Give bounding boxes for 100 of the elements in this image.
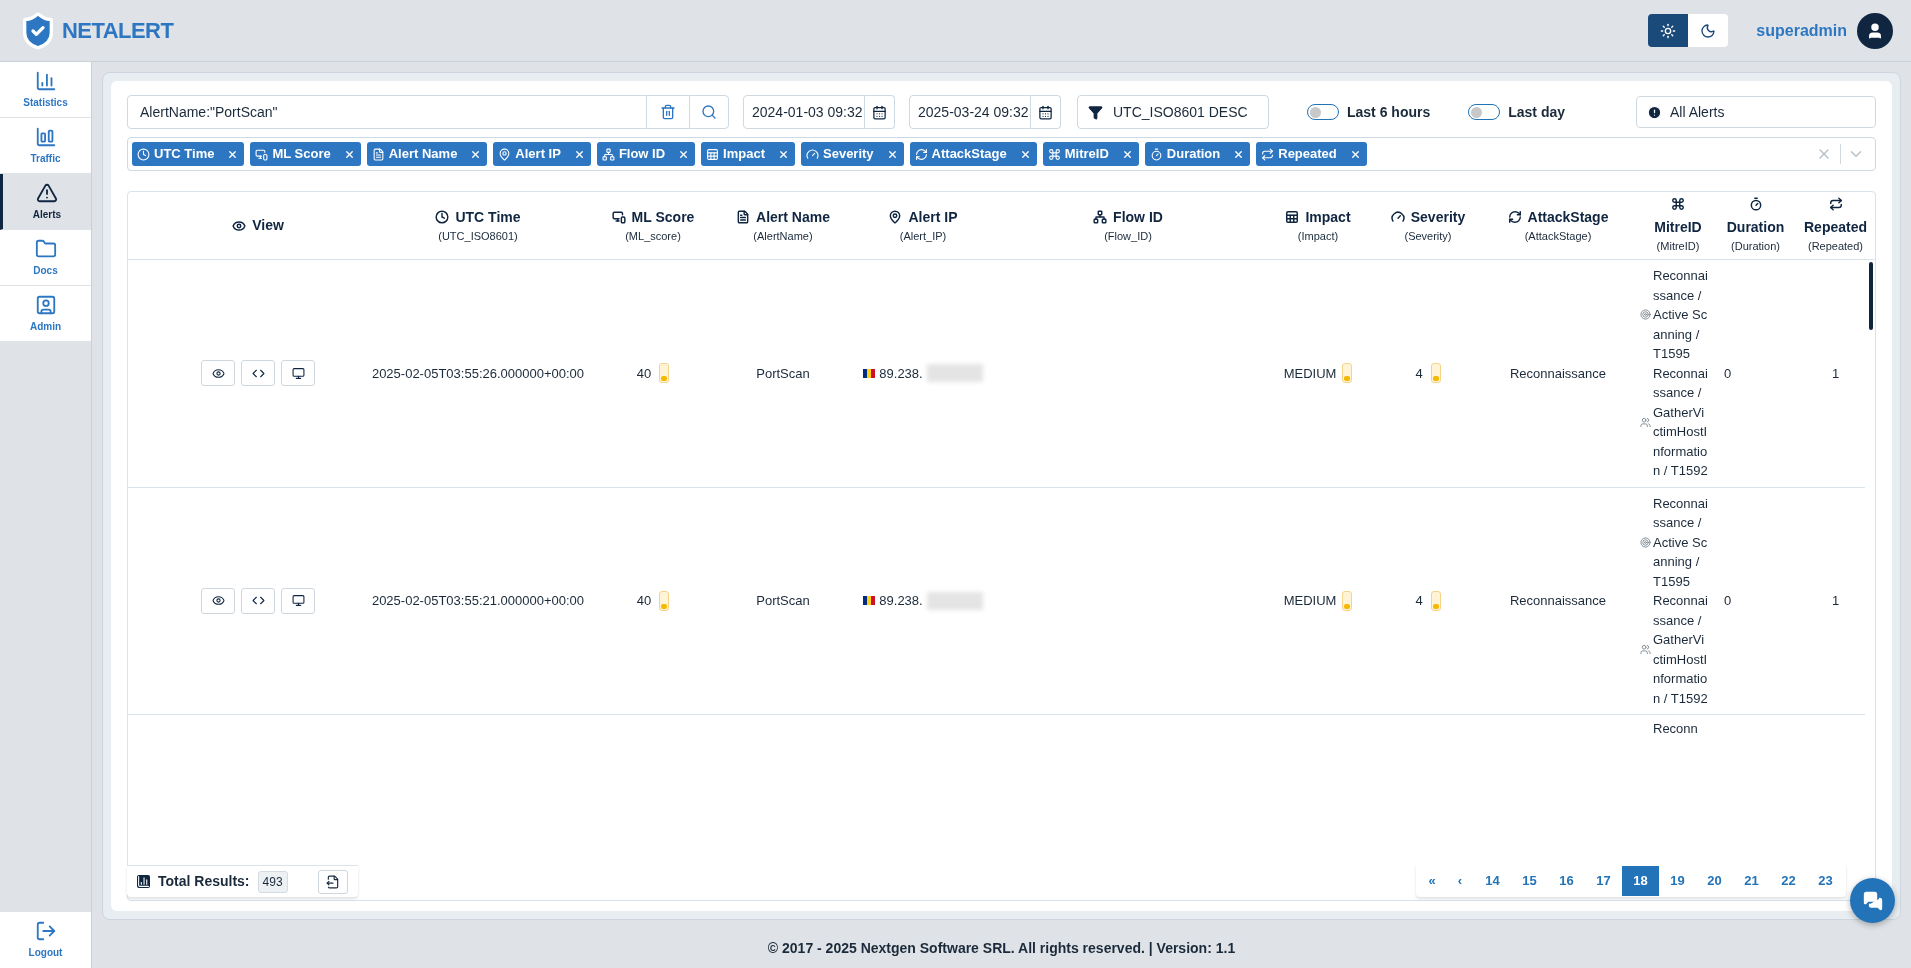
command-icon xyxy=(1671,196,1685,211)
export-button[interactable] xyxy=(317,869,348,894)
source-button[interactable] xyxy=(241,360,275,387)
sun-icon xyxy=(1660,22,1677,39)
column-chip[interactable]: Duration xyxy=(1144,142,1251,166)
remove-icon[interactable] xyxy=(343,148,355,160)
details-button[interactable] xyxy=(281,360,315,387)
page-button[interactable]: 22 xyxy=(1770,865,1807,896)
target-icon xyxy=(1640,309,1651,321)
remove-icon[interactable] xyxy=(1349,148,1361,160)
column-chip[interactable]: Severity xyxy=(801,142,904,166)
light-mode-button[interactable] xyxy=(1648,14,1689,47)
calendar-button[interactable] xyxy=(865,95,895,129)
timer-icon xyxy=(1149,147,1163,161)
toggle-label: Last day xyxy=(1508,102,1566,122)
remove-icon[interactable] xyxy=(227,148,239,160)
remove-icon[interactable] xyxy=(678,148,690,160)
view-button[interactable] xyxy=(201,360,235,387)
remove-icon[interactable] xyxy=(1233,148,1245,160)
page-button[interactable]: « xyxy=(1418,865,1446,896)
column-chip[interactable]: Impact xyxy=(701,142,795,166)
mitre-technique: Reconnaissance / GatherVictimHostInformation / T1592 xyxy=(1653,364,1709,480)
remove-icon[interactable] xyxy=(1121,148,1133,160)
page-button[interactable]: 18 xyxy=(1622,865,1659,896)
sidebar-item[interactable]: Admin xyxy=(0,286,91,342)
column-header[interactable]: UTC Time xyxy=(455,206,521,228)
network-icon xyxy=(601,147,615,161)
column-header[interactable]: ML Score xyxy=(631,206,695,228)
column-chip[interactable]: Alert IP xyxy=(493,142,591,166)
sidebar-item[interactable]: Docs xyxy=(0,230,91,286)
column-chip[interactable]: UTC Time xyxy=(132,142,245,166)
date-field[interactable]: 2025-03-24 09:32 xyxy=(909,95,1031,129)
table-cell-text: 0 xyxy=(1723,364,1733,383)
source-button[interactable] xyxy=(241,587,275,614)
page-button[interactable]: 23 xyxy=(1807,865,1844,896)
flag-icon xyxy=(863,596,876,606)
column-chip[interactable]: Repeated xyxy=(1256,142,1367,166)
page-button[interactable]: 21 xyxy=(1733,865,1770,896)
column-header[interactable]: View xyxy=(252,215,284,236)
remove-icon[interactable] xyxy=(778,148,789,160)
column-field-name: (AttackStage) xyxy=(1524,228,1592,244)
view-button[interactable] xyxy=(201,587,235,614)
calendar-button[interactable] xyxy=(1031,95,1061,129)
page-button[interactable]: 15 xyxy=(1511,865,1548,896)
page-button[interactable]: 19 xyxy=(1659,865,1696,896)
column-header[interactable]: Duration xyxy=(1726,216,1785,238)
column-field-name: (UTC_ISO8601) xyxy=(438,228,518,244)
column-header[interactable]: Repeated xyxy=(1804,216,1867,238)
date-field[interactable]: 2024-01-03 09:32 xyxy=(743,95,865,129)
column-header[interactable]: AttackStage xyxy=(1527,206,1609,228)
remove-icon[interactable] xyxy=(1019,148,1031,160)
column-chip[interactable]: AttackStage xyxy=(909,142,1037,166)
toggle-label: Last 6 hours xyxy=(1347,102,1431,122)
page-button[interactable]: 16 xyxy=(1548,865,1585,896)
bar-chart-icon xyxy=(34,69,57,92)
clock-icon xyxy=(435,210,450,225)
column-chip[interactable]: MitreID xyxy=(1042,142,1139,166)
moon-icon xyxy=(1700,22,1717,39)
page-button[interactable]: 14 xyxy=(1474,865,1511,896)
column-chips-field[interactable]: UTC Time ML Score Alert Name Alert IP Flow ID Impact Severity AttackStage MitreID Duration Repeated xyxy=(127,137,1876,171)
page-button[interactable]: 17 xyxy=(1585,865,1622,896)
details-button[interactable] xyxy=(281,587,315,614)
column-header[interactable]: Severity xyxy=(1410,206,1466,228)
table-cell-text: 89.238. xyxy=(879,364,923,383)
redaction-blur xyxy=(926,591,983,610)
chart-icon xyxy=(34,125,57,148)
sort-field[interactable]: UTC_ISO8601 DESC xyxy=(1077,95,1269,129)
toggle-switch[interactable] xyxy=(1307,104,1339,120)
column-field-name: (Duration) xyxy=(1731,238,1780,254)
table-cell-text: 89.238. xyxy=(879,592,923,610)
alert-type-select[interactable]: All Alerts xyxy=(1636,96,1876,128)
page-button[interactable]: 20 xyxy=(1696,865,1733,896)
dark-mode-button[interactable] xyxy=(1688,14,1729,47)
remove-icon[interactable] xyxy=(470,148,482,160)
sidebar-item[interactable]: Traffic xyxy=(0,118,91,174)
column-header[interactable]: Alert Name xyxy=(756,206,830,228)
results-count-badge: 493 xyxy=(257,870,288,893)
clear-search-button[interactable] xyxy=(647,95,689,129)
page-button[interactable]: ‹ xyxy=(1446,865,1474,896)
column-chip[interactable]: Alert Name xyxy=(366,142,488,166)
sidebar-item[interactable]: Statistics xyxy=(0,62,91,118)
logout-button[interactable]: Logout xyxy=(0,912,91,968)
user-avatar[interactable] xyxy=(1857,12,1893,49)
column-field-name: (Repeated) xyxy=(1807,238,1863,254)
username-link[interactable]: superadmin xyxy=(1756,18,1847,43)
column-field-name: (Alert_IP) xyxy=(899,228,947,244)
column-header[interactable]: Impact xyxy=(1305,206,1351,228)
remove-icon[interactable] xyxy=(886,148,898,160)
table-cell-text: 1 xyxy=(1830,364,1841,383)
column-header[interactable]: Flow ID xyxy=(1113,206,1163,228)
toggle-switch[interactable] xyxy=(1468,104,1501,120)
column-chip[interactable]: Flow ID xyxy=(596,142,696,166)
chart-icon xyxy=(137,875,150,888)
column-header[interactable]: Alert IP xyxy=(908,206,958,228)
search-field[interactable]: AlertName:"PortScan" xyxy=(127,95,647,129)
column-chip[interactable]: ML Score xyxy=(250,142,361,166)
column-header[interactable]: MitreID xyxy=(1654,216,1702,238)
remove-icon[interactable] xyxy=(573,148,585,160)
level-gauge xyxy=(1342,363,1353,384)
search-button[interactable] xyxy=(689,95,729,129)
